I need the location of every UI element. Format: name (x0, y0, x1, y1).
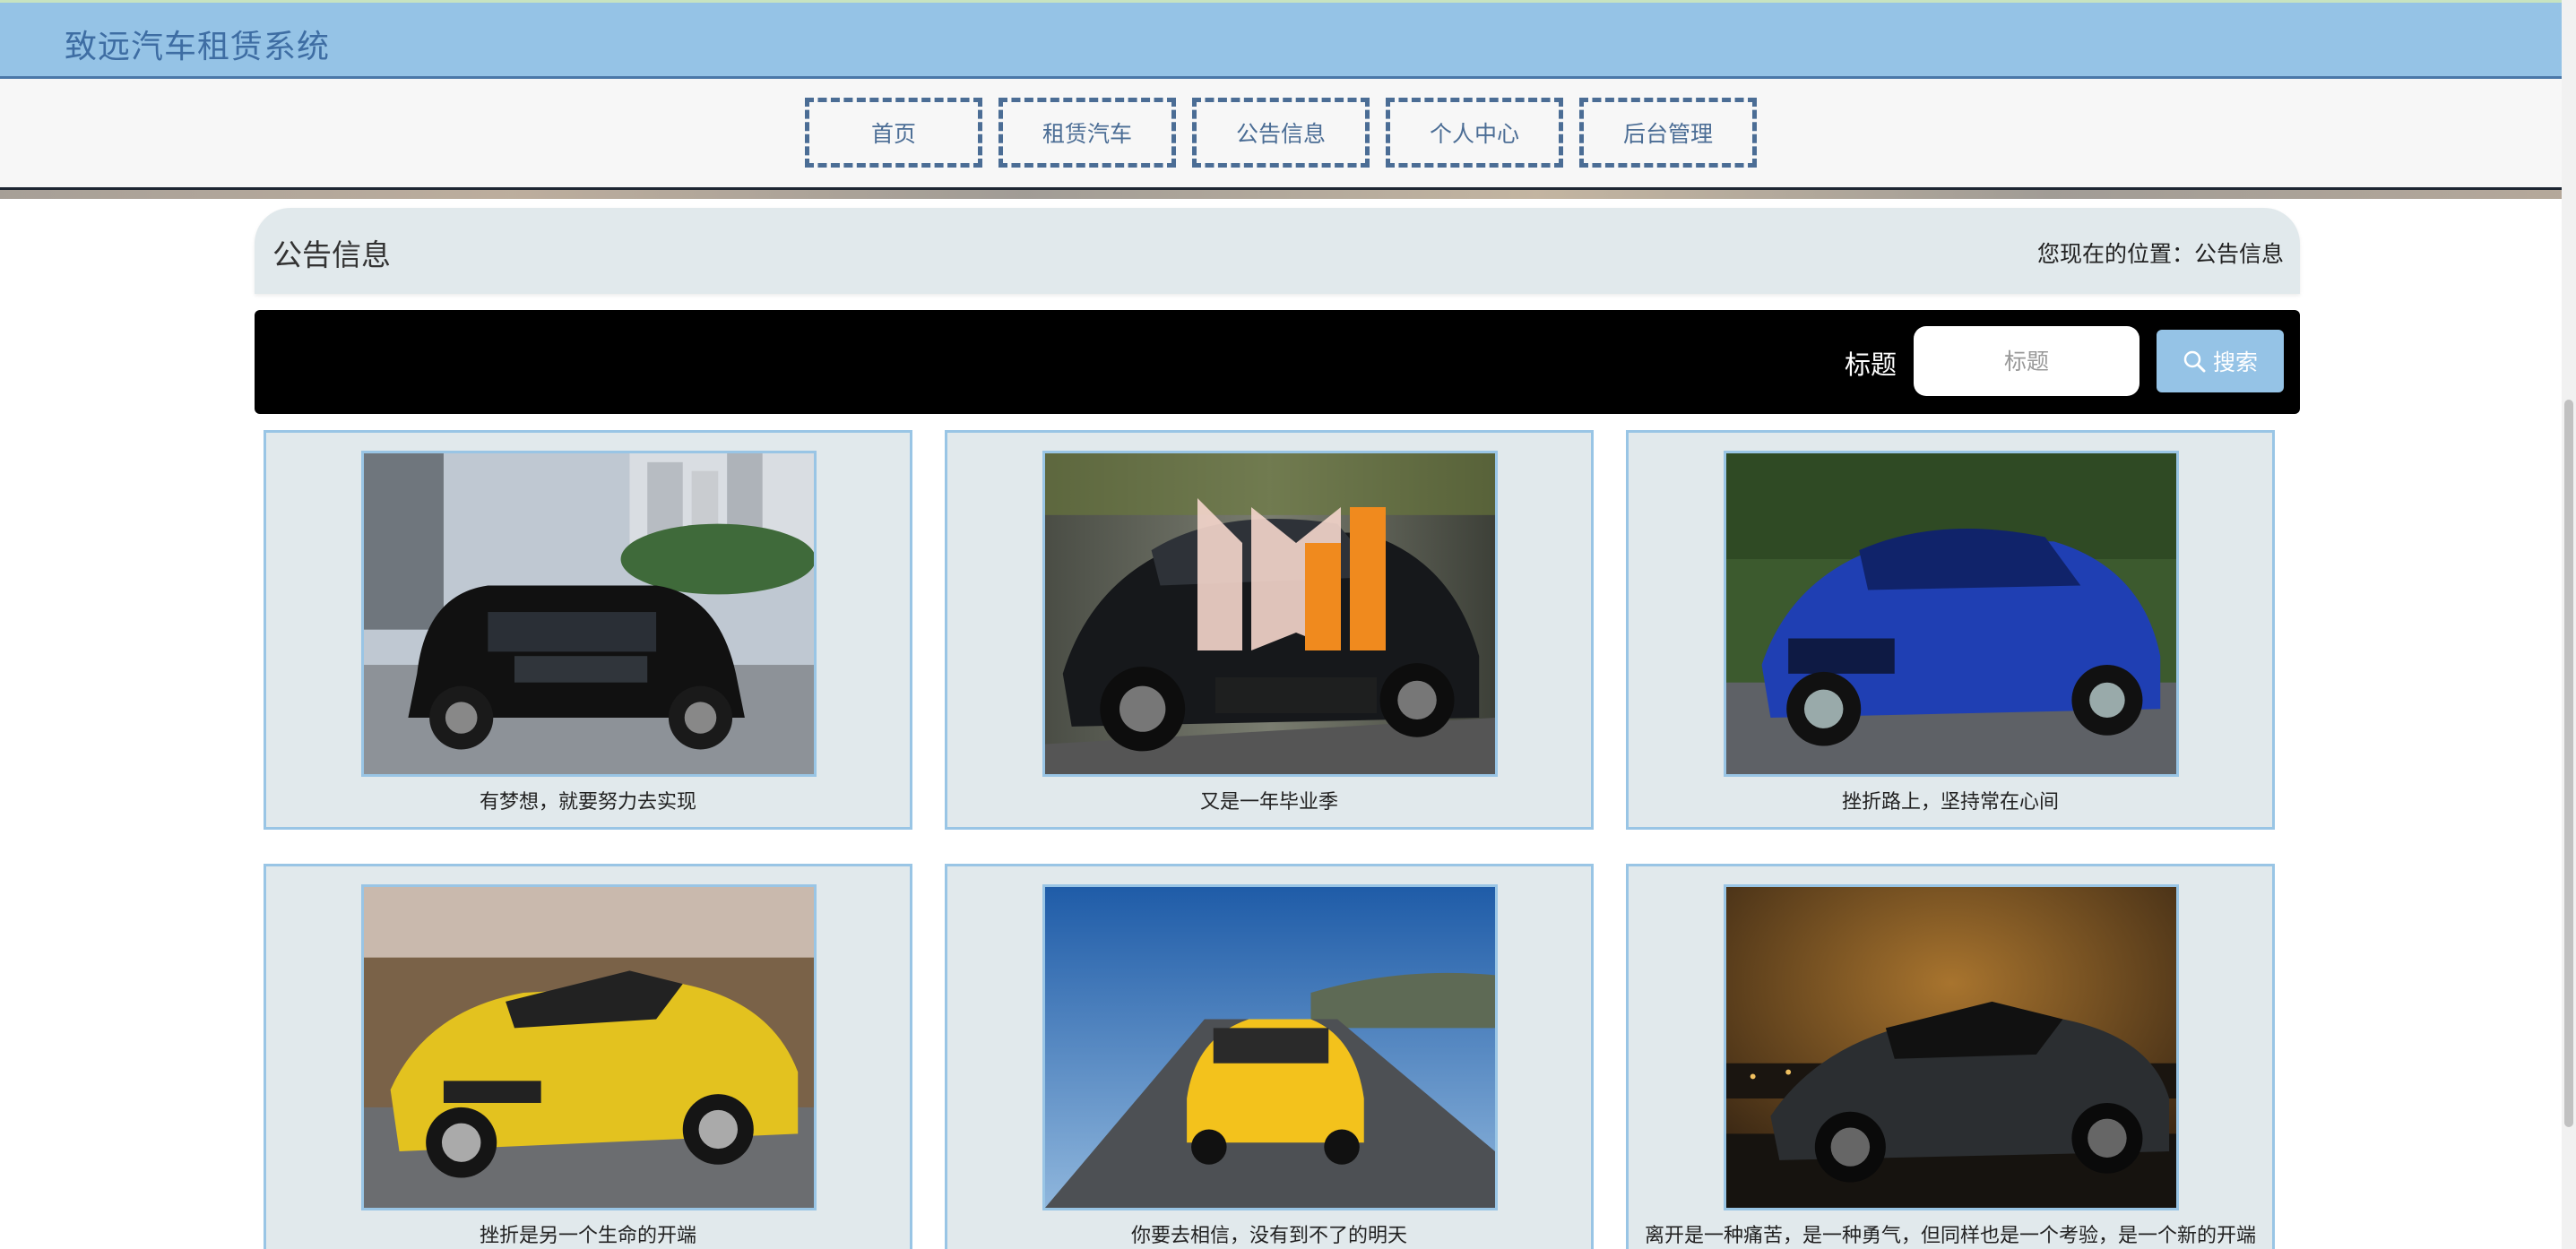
page-title: 公告信息 (272, 237, 391, 272)
announcement-caption: 挫折是另一个生命的开端 (479, 1225, 696, 1247)
announcement-card[interactable]: 挫折路上，坚持常在心间 (1626, 430, 2275, 830)
announcement-image-yellow-muscle-car (361, 884, 817, 1210)
announcement-caption: 你要去相信，没有到不了的明天 (1130, 1225, 1407, 1247)
announcement-card[interactable]: 又是一年毕业季 (945, 430, 1594, 830)
nav-item-home[interactable]: 首页 (805, 98, 982, 168)
nav-item-personal-center[interactable]: 个人中心 (1386, 98, 1563, 168)
announcement-card[interactable]: 有梦想，就要努力去实现 (264, 430, 912, 830)
scrollbar-thumb[interactable] (2564, 400, 2573, 1127)
app-title: 致远汽车租赁系统 (65, 29, 331, 65)
decorative-banner-strip (0, 190, 2562, 199)
announcement-card[interactable]: 离开是一种痛苦，是一种勇气，但同样也是一个考验，是一个新的开端 (1626, 864, 2275, 1249)
page-scrollbar[interactable] (2562, 0, 2576, 1249)
nav-item-announcements[interactable]: 公告信息 (1192, 98, 1370, 168)
search-bar: 标题 搜索 (255, 310, 2300, 414)
breadcrumb: 您现在的位置：公告信息 (2036, 241, 2284, 267)
announcement-image-yellow-sports-car (1042, 884, 1498, 1210)
main-nav: 首页 租赁汽车 公告信息 个人中心 后台管理 (0, 79, 2562, 190)
app-header: 致远汽车租赁系统 (0, 0, 2562, 79)
announcement-image-dark-supercar-night (1724, 884, 2179, 1210)
announcement-caption: 离开是一种痛苦，是一种勇气，但同样也是一个考验，是一个新的开端 (1644, 1225, 2256, 1247)
nav-item-rent-car[interactable]: 租赁汽车 (998, 98, 1176, 168)
announcement-caption: 挫折路上，坚持常在心间 (1841, 791, 2059, 814)
announcement-caption: 又是一年毕业季 (1199, 791, 1338, 814)
announcement-card[interactable]: 挫折是另一个生命的开端 (264, 864, 912, 1249)
search-button-label: 搜索 (2212, 349, 2258, 375)
search-icon (2183, 349, 2206, 373)
search-button[interactable]: 搜索 (2157, 330, 2284, 392)
announcement-image-black-suv (361, 451, 817, 777)
nav-items: 首页 租赁汽车 公告信息 个人中心 后台管理 (805, 98, 1757, 168)
page-header: 公告信息 您现在的位置：公告信息 (255, 208, 2300, 294)
announcement-image-blue-sports-car (1724, 451, 2179, 777)
nav-item-admin[interactable]: 后台管理 (1579, 98, 1757, 168)
announcement-card[interactable]: 你要去相信，没有到不了的明天 (945, 864, 1594, 1249)
search-input[interactable] (1914, 326, 2139, 396)
search-label: 标题 (1845, 349, 1897, 380)
announcement-image-black-sports-car (1042, 451, 1498, 777)
announcement-caption: 有梦想，就要努力去实现 (479, 791, 696, 814)
